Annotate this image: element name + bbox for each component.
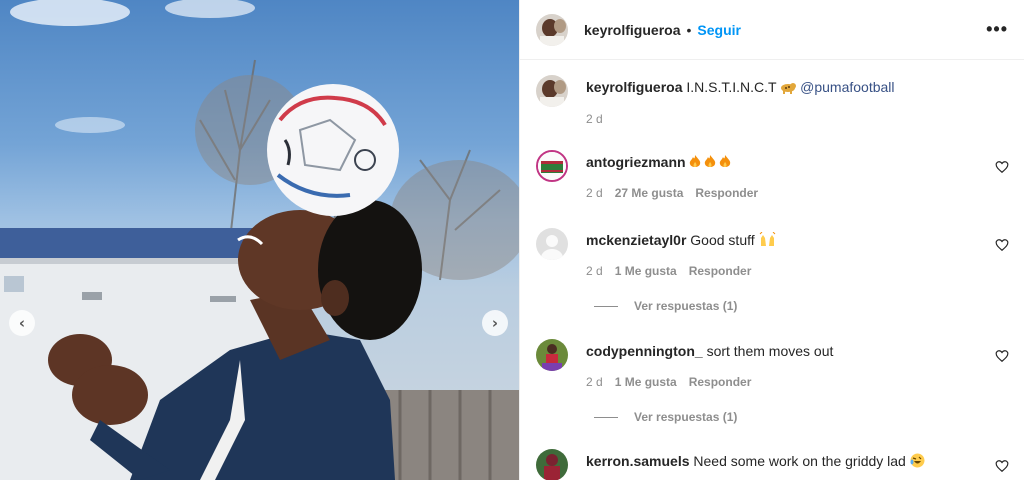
replies-divider	[594, 305, 618, 307]
comment-age: 2 d	[586, 186, 603, 200]
comment-likes[interactable]: 1 Me gusta	[615, 375, 677, 389]
header-separator: •	[686, 21, 692, 38]
commenter-avatar[interactable]	[536, 449, 568, 480]
caption-age: 2 d	[586, 112, 603, 126]
comment-username[interactable]: kerron.samuels	[586, 453, 690, 469]
caption-avatar[interactable]	[536, 75, 568, 107]
caption: keyrolfigueroa I.N.S.T.I.N.C.T @pumafoot…	[536, 75, 1009, 126]
comment-reply-button[interactable]: Responder	[695, 186, 758, 200]
commenter-avatar[interactable]	[536, 339, 568, 371]
carousel-prev-button[interactable]: ‹	[9, 310, 35, 336]
caption-mention-link[interactable]: @pumafootball	[800, 79, 894, 95]
view-replies-button[interactable]: Ver respuestas (1)	[594, 299, 737, 313]
carousel-next-button[interactable]: ›	[482, 310, 508, 336]
replies-divider	[594, 416, 618, 418]
comment-age: 2 d	[586, 264, 603, 278]
post-header: keyrolfigueroa • Seguir •••	[520, 0, 1024, 60]
comment-item: codypennington_ sort them moves out 2 d …	[536, 339, 1009, 389]
post-side-panel: keyrolfigueroa • Seguir ••• keyrolfiguer…	[519, 0, 1024, 480]
commenter-avatar[interactable]	[536, 228, 568, 260]
follow-button[interactable]: Seguir	[697, 22, 741, 38]
comment-item: kerron.samuels Need some work on the gri…	[536, 449, 1009, 480]
more-options-icon[interactable]: •••	[986, 19, 1008, 40]
author-username[interactable]: keyrolfigueroa	[584, 22, 680, 38]
comment-text: sort them moves out	[706, 343, 834, 359]
comment-text: Need some work on the griddy lad	[693, 453, 906, 469]
post-dialog: ‹ › keyrolfigueroa • Seguir ••• keyrolfi…	[0, 0, 1024, 480]
chevron-left-icon: ‹	[18, 313, 26, 332]
photo-scene	[0, 0, 519, 480]
chevron-right-icon: ›	[491, 313, 499, 332]
rofl-emoji-icon	[910, 453, 925, 468]
commenter-avatar[interactable]	[536, 150, 568, 182]
heart-outline-icon[interactable]	[995, 160, 1009, 174]
comment-text: Good stuff	[690, 232, 755, 248]
comment-username[interactable]: mckenzietayl0r	[586, 232, 686, 248]
comment-reply-button[interactable]: Responder	[689, 375, 752, 389]
view-replies-button[interactable]: Ver respuestas (1)	[594, 410, 737, 424]
comment-item: mckenzietayl0r Good stuff 2 d 1 Me gusta…	[536, 228, 1009, 278]
comment-username[interactable]: codypennington_	[586, 343, 703, 359]
leopard-emoji-icon	[781, 83, 797, 94]
author-avatar[interactable]	[536, 13, 568, 46]
view-replies-label: Ver respuestas (1)	[634, 410, 738, 424]
caption-text: I.N.S.T.I.N.C.T	[686, 79, 777, 95]
caption-username[interactable]: keyrolfigueroa	[586, 79, 682, 95]
fire-emoji-icon	[690, 155, 731, 167]
heart-outline-icon[interactable]	[995, 349, 1009, 363]
comment-likes[interactable]: 1 Me gusta	[615, 264, 677, 278]
comment-age: 2 d	[586, 375, 603, 389]
heart-outline-icon[interactable]	[995, 459, 1009, 473]
comment-reply-button[interactable]: Responder	[689, 264, 752, 278]
comment-item: antogriezmann 2 d 27 Me gusta Responder	[536, 150, 1009, 200]
view-replies-label: Ver respuestas (1)	[634, 299, 738, 313]
heart-outline-icon[interactable]	[995, 238, 1009, 252]
raising-hands-emoji-icon	[759, 232, 775, 246]
comment-likes[interactable]: 27 Me gusta	[615, 186, 684, 200]
post-photo[interactable]: ‹ ›	[0, 0, 519, 480]
comment-username[interactable]: antogriezmann	[586, 154, 686, 170]
